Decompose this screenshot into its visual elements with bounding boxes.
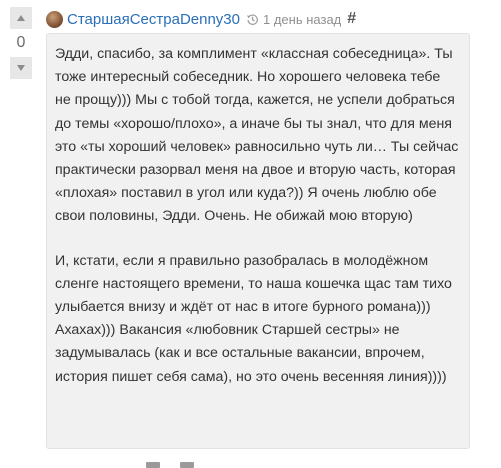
history-icon[interactable] (246, 13, 259, 26)
upvote-button[interactable] (10, 7, 32, 29)
action-icon[interactable] (146, 462, 160, 468)
author-link[interactable]: СтаршаяСестраDenny30 (67, 11, 240, 28)
triangle-up-icon (17, 15, 25, 21)
comment-paragraph: И, кстати, если я правильно разобралась … (55, 252, 452, 385)
comment-paragraph: Эдди, спасибо, за комплимент «классная с… (55, 46, 459, 225)
comment-thread: 0 СтаршаяСестраDenny30 1 день назад # Эд… (0, 0, 501, 468)
downvote-button[interactable] (10, 57, 32, 79)
permalink-anchor[interactable]: # (347, 10, 356, 28)
vote-column: 0 (10, 7, 35, 79)
user-avatar[interactable] (46, 10, 63, 28)
vote-score: 0 (16, 34, 26, 51)
comment-body: Эдди, спасибо, за комплимент «классная с… (46, 33, 470, 449)
comment-timestamp[interactable]: 1 день назад (263, 12, 341, 27)
action-icon[interactable] (180, 462, 194, 468)
comment-actions-cutoff (146, 462, 194, 468)
triangle-down-icon (17, 65, 25, 71)
comment-header: СтаршаяСестраDenny30 1 день назад # (46, 8, 356, 30)
